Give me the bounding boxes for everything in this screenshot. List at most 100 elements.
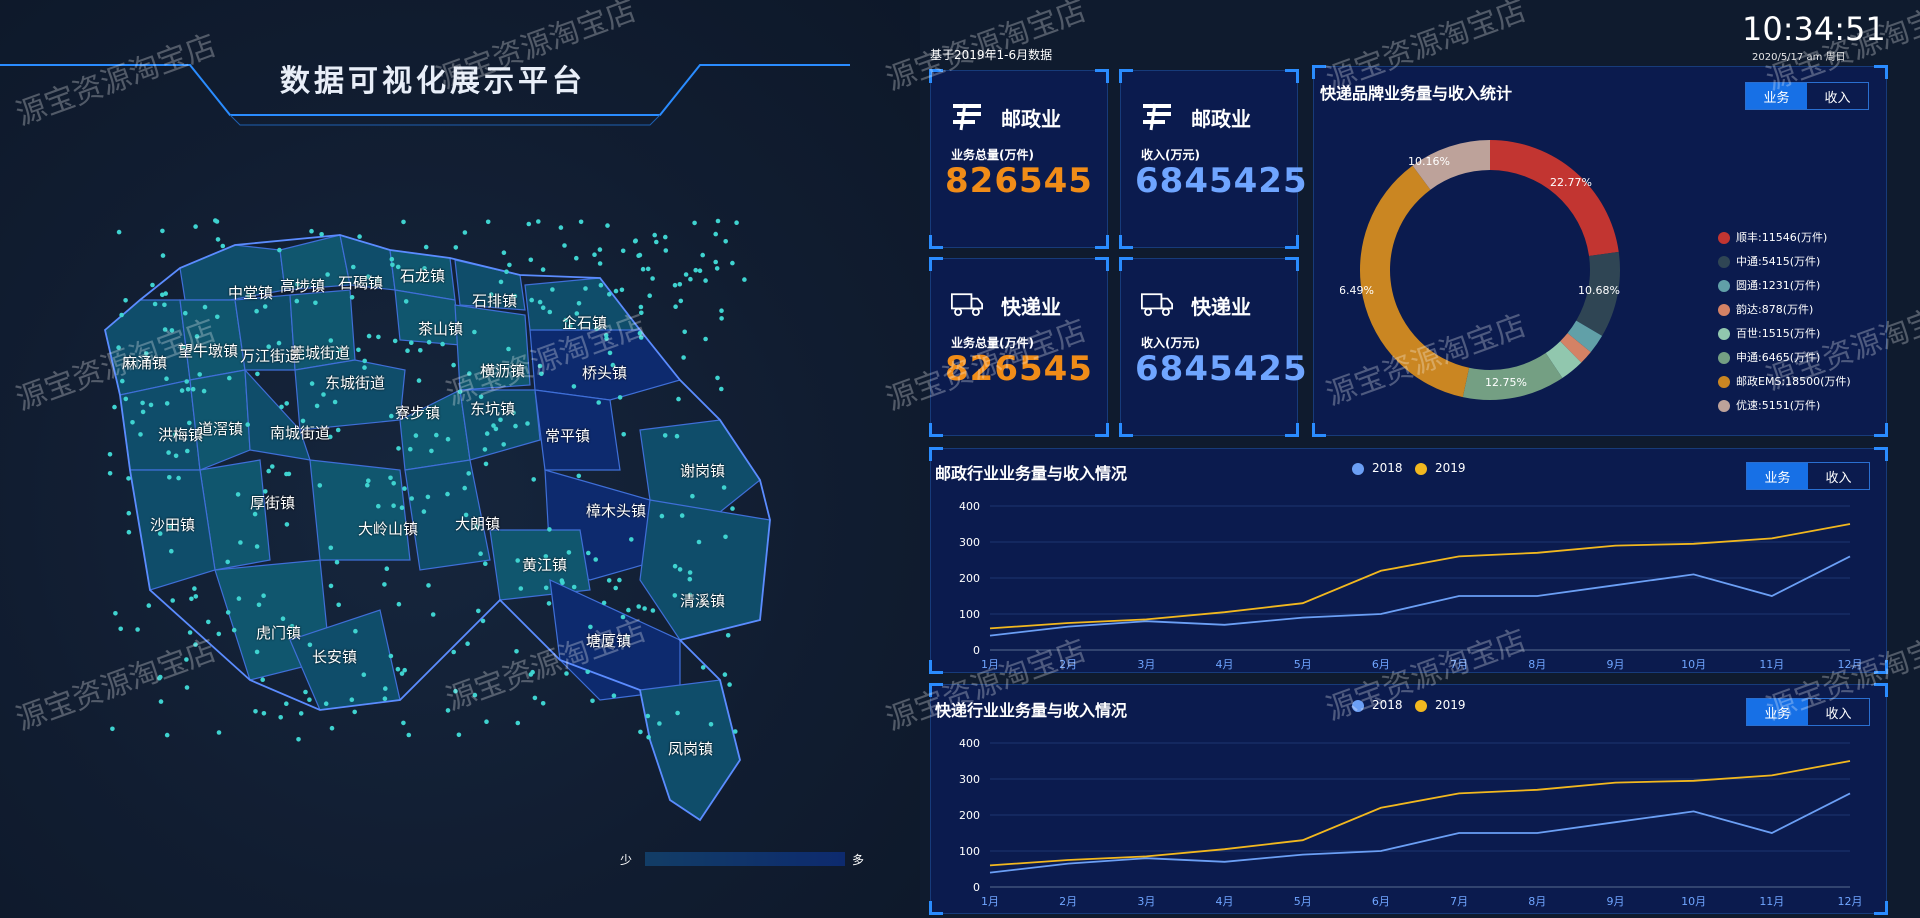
scatter-point: [687, 570, 693, 575]
scatter-point: [416, 378, 422, 383]
brand-donut-chart[interactable]: 22.77% 10.68% 12.75% 36.49% 10.16%: [1340, 130, 1640, 410]
x-tick-label: 5月: [1294, 658, 1312, 671]
scatter-point: [197, 372, 202, 377]
scatter-point: [607, 350, 613, 356]
donut-legend-item[interactable]: 中通:5415(万件): [1718, 253, 1820, 269]
scatter-point: [659, 513, 665, 519]
legend-dot-icon: [1352, 699, 1364, 712]
scatter-point: [409, 340, 414, 346]
series-line-2019: [989, 760, 1851, 867]
scatter-point: [123, 298, 128, 303]
scatter-point: [733, 729, 738, 734]
scatter-point: [353, 628, 358, 634]
town-label: 石龙镇: [400, 267, 446, 285]
donut-legend-item[interactable]: 圆通:1231(万件): [1718, 277, 1820, 293]
kpi-card-express-revenue: 快递业 收入(万元) 6845425: [1119, 257, 1307, 437]
scatter-point: [323, 701, 329, 706]
scatter-point: [179, 388, 185, 393]
scatter-point: [150, 282, 155, 288]
scatter-point: [278, 715, 284, 720]
x-tick-label: 3月: [1137, 895, 1155, 908]
scatter-point: [187, 630, 193, 635]
legend-label: 顺丰:11546(万件): [1736, 231, 1828, 244]
scatter-point: [389, 256, 395, 262]
scatter-point: [349, 697, 355, 702]
scatter-point: [583, 286, 588, 291]
scatter-point: [335, 427, 341, 433]
scatter-point: [307, 697, 312, 702]
scatter-point: [429, 448, 434, 454]
legend-label: 2018: [1372, 698, 1403, 712]
donut-slice: [1360, 165, 1470, 398]
scatter-point: [389, 413, 394, 419]
x-tick-label: 6月: [1372, 658, 1390, 671]
donut-legend-item[interactable]: 顺丰:11546(万件): [1718, 229, 1827, 245]
scatter-point: [366, 333, 372, 339]
postal-legend-2019[interactable]: 2019: [1415, 461, 1466, 475]
postal-line-chart[interactable]: 0 100 200 300 400 1月 2月 3月 4月 5月 6月 7月 8月 9月 10月 11月 12月: [930, 490, 1887, 675]
scatter-point: [697, 268, 703, 274]
scatter-point: [588, 624, 593, 630]
scatter-point: [183, 310, 188, 316]
scatter-point: [678, 298, 684, 304]
scatter-point: [483, 461, 489, 467]
scatter-point: [166, 450, 171, 455]
region-map[interactable]: [0, 0, 920, 918]
donut-legend-item[interactable]: 优速:5151(万件): [1718, 397, 1820, 413]
scatter-point: [126, 529, 132, 535]
x-tick-label: 11月: [1759, 895, 1784, 908]
scatter-point: [645, 713, 651, 719]
scatter-point: [715, 375, 720, 381]
scatter-point: [392, 338, 398, 344]
donut-pct-label: 10.68%: [1578, 284, 1620, 297]
y-tick-label: 400: [959, 500, 980, 513]
scatter-point: [313, 300, 318, 306]
scatter-point: [351, 264, 356, 270]
town-label: 石碣镇: [338, 274, 384, 292]
scatter-point: [456, 732, 462, 738]
scatter-point: [362, 365, 367, 370]
scatter-point: [722, 672, 728, 677]
scatter-point: [700, 665, 706, 670]
legend-dot-icon: [1718, 304, 1730, 316]
scatter-point: [723, 239, 728, 244]
town-label: 桥头镇: [582, 364, 628, 382]
scatter-point: [254, 308, 259, 314]
town-label: 道滘镇: [198, 420, 244, 438]
express-legend-2019[interactable]: 2019: [1415, 698, 1466, 712]
express-legend-2018[interactable]: 2018: [1352, 698, 1403, 712]
express-line-chart[interactable]: 0 100 200 300 400 1月 2月 3月 4月 5月 6月 7月 8月 9月 10月 11月 12月: [930, 727, 1887, 917]
scatter-point: [713, 259, 718, 265]
scatter-point: [138, 432, 143, 437]
scatter-point: [719, 308, 724, 314]
scatter-point: [681, 355, 686, 360]
scatter-point: [683, 272, 689, 277]
postal-legend-2018[interactable]: 2018: [1352, 461, 1403, 475]
x-tick-label: 12月: [1838, 658, 1863, 671]
town-label: 横沥镇: [480, 362, 526, 380]
scatter-point: [453, 688, 458, 694]
scatter-point: [657, 721, 662, 726]
scatter-point: [201, 388, 207, 394]
toggle-revenue-button[interactable]: 收入: [1808, 699, 1869, 725]
legend-dot-icon: [1415, 462, 1427, 475]
scatter-point: [160, 292, 165, 298]
x-tick-label: 3月: [1137, 658, 1155, 671]
toggle-volume-button[interactable]: 业务: [1746, 83, 1807, 109]
toggle-revenue-button[interactable]: 收入: [1807, 83, 1868, 109]
town-label: 常平镇: [545, 427, 591, 445]
toggle-volume-button[interactable]: 业务: [1747, 463, 1808, 489]
express-toggle: 业务 收入: [1746, 698, 1870, 726]
scatter-point: [169, 548, 174, 554]
y-tick-label: 0: [973, 881, 980, 894]
donut-legend-item[interactable]: 百世:1515(万件): [1718, 325, 1820, 341]
donut-legend-item[interactable]: 韵达:878(万件): [1718, 301, 1813, 317]
toggle-volume-button[interactable]: 业务: [1747, 699, 1808, 725]
scatter-point: [376, 503, 381, 509]
scatter-point: [636, 604, 641, 609]
donut-legend-item[interactable]: 申通:6465(万件): [1718, 349, 1820, 365]
visual-map-bar[interactable]: [645, 852, 845, 866]
donut-legend-item[interactable]: 邮政EMS:18500(万件): [1718, 373, 1851, 389]
toggle-revenue-button[interactable]: 收入: [1808, 463, 1869, 489]
legend-label: 邮政EMS:18500(万件): [1736, 375, 1851, 388]
